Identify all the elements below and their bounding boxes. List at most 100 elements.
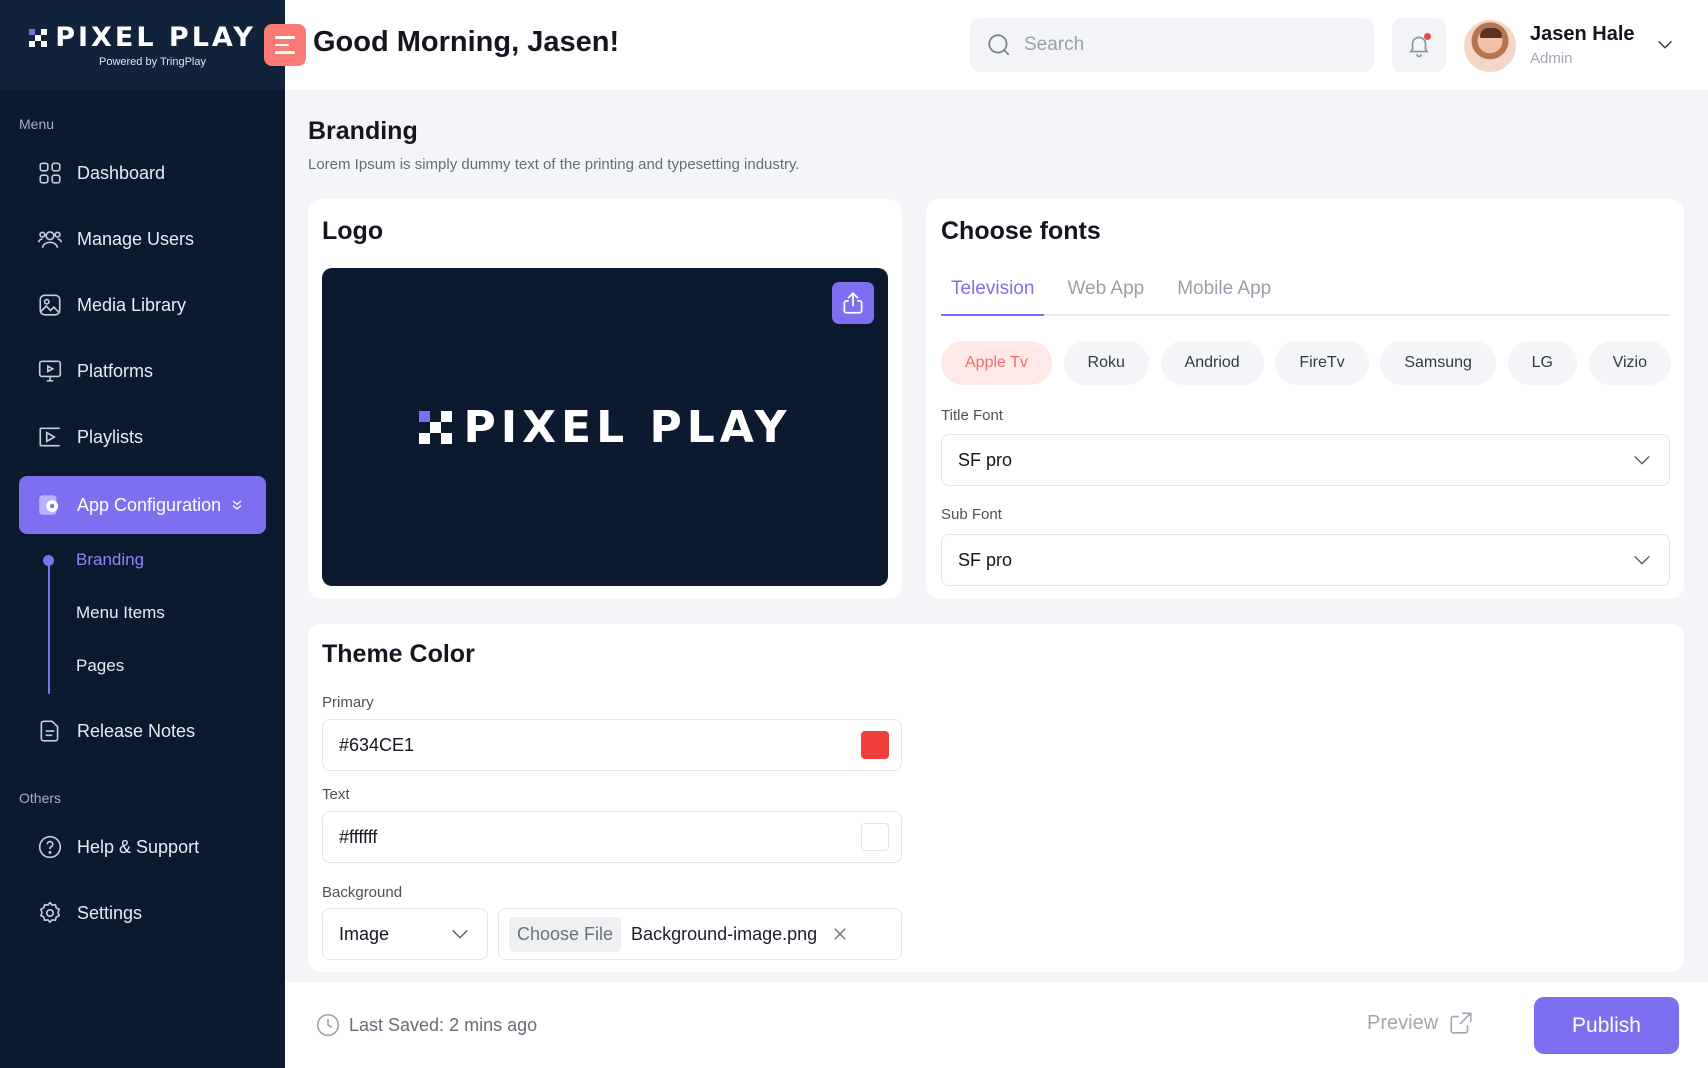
sub-font-select[interactable]: SF pro [941,534,1670,586]
page-description: Lorem Ipsum is simply dummy text of the … [308,156,800,173]
primary-color-label: Primary [322,694,374,711]
tab-television[interactable]: Television [941,268,1045,316]
brand-logo[interactable]: PIXEL PLAY Powered by TringPlay [0,0,285,90]
text-color-value: #ffffff [339,826,378,847]
file-name: Background-image.png [631,923,818,944]
publish-button[interactable]: Publish [1534,997,1679,1054]
sidebar-item-label: Dashboard [77,162,166,183]
title-font-label: Title Font [941,407,1003,424]
monitor-play-icon [38,360,62,382]
sidebar-item-label: Manage Users [77,228,195,249]
chip-lg[interactable]: LG [1507,341,1577,385]
users-icon [37,231,63,248]
playlist-icon [39,427,60,447]
primary-color-swatch[interactable] [861,731,889,759]
sidebar-subitem-menu-items[interactable]: Menu Items [76,603,165,623]
sidebar-item-help-support[interactable]: Help & Support [19,819,266,875]
title-font-select[interactable]: SF pro [941,434,1670,486]
text-color-input[interactable]: #ffffff [322,811,902,863]
sidebar-item-settings[interactable]: Settings [19,885,266,941]
theme-card-title: Theme Color [322,640,475,668]
grid-icon [39,162,61,184]
gear-icon [39,901,61,924]
sub-font-label: Sub Font [941,506,1002,523]
sidebar-item-release-notes[interactable]: Release Notes [19,703,266,759]
text-color-swatch[interactable] [861,823,889,851]
sub-font-value: SF pro [958,549,1013,570]
choose-file-button[interactable]: Choose File [509,916,622,952]
image-icon [39,294,61,316]
external-link-icon [1450,1012,1472,1034]
notification-dot [1424,33,1431,40]
menu-heading: Menu [19,116,55,132]
search-bar[interactable] [970,18,1374,72]
background-type-select[interactable]: Image [322,908,488,960]
chip-apple-tv[interactable]: Apple Tv [941,341,1052,385]
chip-roku[interactable]: Roku [1063,341,1149,385]
logo-preview-text: PIXEL PLAY [463,401,792,453]
text-color-label: Text [322,786,350,803]
footer-bar: Last Saved: 2 mins ago Preview Publish [285,982,1708,1068]
notifications-button[interactable] [1392,18,1446,72]
chevron-down-icon[interactable] [1654,34,1676,56]
chevron-down-icon [452,929,468,939]
sidebar-item-platforms[interactable]: Platforms [19,343,266,399]
help-icon [38,835,62,859]
sidebar-subitem-pages[interactable]: Pages [76,656,124,676]
fonts-card-title: Choose fonts [941,217,1101,245]
sidebar-item-label: Playlists [77,426,144,447]
brand-tagline: Powered by TringPlay [99,56,206,68]
tab-web-app[interactable]: Web App [1057,268,1154,316]
sidebar-item-label: Settings [77,902,143,923]
double-chevron-down-icon [232,500,242,510]
pixel-logo-icon [29,28,48,47]
user-name: Jasen Hale [1530,23,1635,45]
upload-logo-button[interactable] [832,282,874,324]
font-target-tabs: Television Web App Mobile App [941,268,1670,316]
search-input[interactable] [1024,34,1344,56]
top-header: Good Morning, Jasen! Jasen Hale Admin [264,0,1708,90]
chip-vizio[interactable]: Vizio [1588,341,1671,385]
menu-toggle-button[interactable] [264,24,306,66]
preview-label: Preview [1367,1011,1439,1034]
logo-card-title: Logo [322,217,384,245]
brand-name: PIXEL PLAY [55,22,256,53]
sidebar-item-label: App Configuration [77,494,222,515]
last-saved-text: Last Saved: 2 mins ago [349,1014,538,1035]
close-icon[interactable] [831,925,849,943]
clock-icon [316,1013,340,1037]
primary-color-input[interactable]: #634CE1 [322,719,902,771]
sidebar-item-dashboard[interactable]: Dashboard [19,145,266,201]
logo-preview: PIXEL PLAY [322,268,888,586]
sidebar-item-label: Media Library [77,294,187,315]
chevron-down-icon [1634,455,1650,465]
user-role: Admin [1530,50,1573,67]
page-title: Branding [308,117,418,145]
sidebar-item-manage-users[interactable]: Manage Users [19,211,266,267]
sidebar-item-app-configuration[interactable]: App Configuration [19,476,266,534]
background-type-value: Image [339,923,390,944]
sidebar-item-playlists[interactable]: Playlists [19,409,266,465]
primary-color-value: #634CE1 [339,734,415,755]
last-saved-status: Last Saved: 2 mins ago [315,1012,537,1038]
background-file-input[interactable]: Choose File Background-image.png [498,908,902,960]
submenu-line [48,560,50,694]
sidebar-item-label: Help & Support [77,836,200,857]
platform-chips: Apple Tv Roku Andriod FireTv Samsung LG … [941,341,1671,385]
title-font-value: SF pro [958,449,1013,470]
chip-firetv[interactable]: FireTv [1275,341,1369,385]
app-settings-icon [39,495,59,515]
preview-button[interactable]: Preview [1367,1010,1474,1036]
sidebar-item-label: Platforms [77,360,154,381]
submenu-active-dot [43,555,54,566]
pixel-logo-icon [418,410,452,444]
document-icon [40,720,59,742]
sidebar: PIXEL PLAY Powered by TringPlay Menu Das… [0,0,285,1068]
tab-mobile-app[interactable]: Mobile App [1167,268,1281,316]
chip-samsung[interactable]: Samsung [1380,341,1496,385]
sidebar-subitem-branding[interactable]: Branding [76,550,144,570]
chip-android[interactable]: Andriod [1160,341,1264,385]
avatar[interactable] [1464,20,1516,72]
sidebar-item-media-library[interactable]: Media Library [19,277,266,333]
others-heading: Others [19,790,62,806]
